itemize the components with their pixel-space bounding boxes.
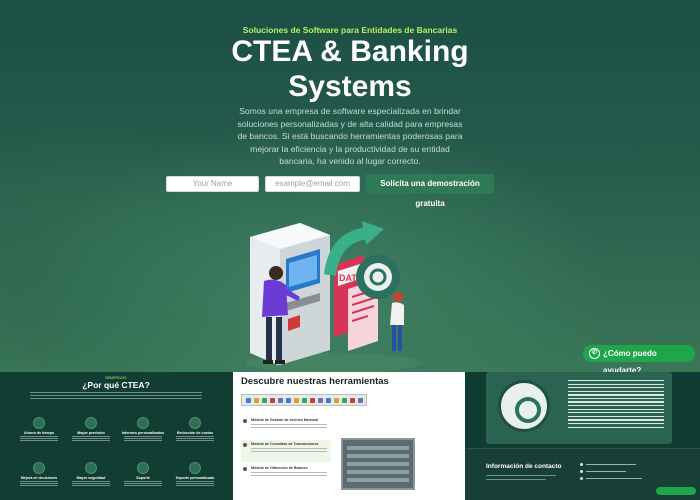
feature-title: Soporte xyxy=(136,476,150,480)
feature-card: Informes personalizados xyxy=(118,417,168,442)
feature-card: Soporte personalizado xyxy=(170,462,220,487)
report-icon xyxy=(137,417,149,429)
money-icon xyxy=(189,417,201,429)
hero-subtitle-line: bancaria, ha venido al lugar correcto. xyxy=(279,156,421,166)
woman-icon xyxy=(390,292,404,351)
why-ctea-preview[interactable]: BENEFICIOS ¿Por qué CTEA? Ahorro de tiem… xyxy=(0,372,232,500)
tools-list: Módulo de Gestión de Archivo Mensual Mód… xyxy=(241,416,331,488)
hero-subtitle-line: soluciones personalizadas y de alta cali… xyxy=(237,118,463,129)
whatsapp-icon: ✆ xyxy=(589,348,600,359)
hero-section: Soluciones de Software para Entidades de… xyxy=(0,0,700,372)
phone-icon xyxy=(580,470,583,473)
whatsapp-chat-button[interactable]: ✆ ¿Cómo puedo ayudarte? xyxy=(583,345,695,375)
mail-icon xyxy=(580,463,583,466)
tool-item-title: Módulo de Gestión de Archivo Mensual xyxy=(251,418,319,422)
clock-icon xyxy=(33,417,45,429)
about-contact-preview[interactable]: Información de contacto xyxy=(466,372,700,500)
name-input[interactable]: Your Name xyxy=(166,176,259,192)
hero-title: CTEA & Banking Systems xyxy=(0,34,700,104)
hero-title-line2: Systems xyxy=(288,70,412,103)
email-input[interactable]: example@email.com xyxy=(265,176,360,192)
location-icon xyxy=(580,477,583,480)
feature-title: Mayor precisión xyxy=(77,431,105,435)
about-text xyxy=(568,380,664,430)
tool-screenshot xyxy=(341,438,415,490)
whatsapp-mini-button xyxy=(656,487,696,495)
bullet-icon xyxy=(243,467,247,471)
tool-item[interactable]: Módulo de Gestión de Archivo Mensual xyxy=(241,416,331,438)
about-card xyxy=(486,372,672,444)
feature-card: Mayor precisión xyxy=(66,417,116,442)
hero-subtitle-line: Somos una empresa de software especializ… xyxy=(239,106,461,116)
feature-card: Mejora en decisiones xyxy=(14,462,64,487)
hero-subtitle: Somos una empresa de software especializ… xyxy=(0,105,700,168)
shield-icon xyxy=(85,462,97,474)
why-description xyxy=(30,392,202,402)
tool-item[interactable]: Módulo de Obtención de Balance xyxy=(241,464,331,486)
contact-title: Información de contacto xyxy=(486,463,562,470)
target-icon xyxy=(85,417,97,429)
why-title: ¿Por qué CTEA? xyxy=(82,380,150,390)
ctea-logo-icon xyxy=(498,380,550,432)
decision-icon xyxy=(33,462,45,474)
hero-subtitle-line: mejorar la eficiencia y la productividad… xyxy=(250,143,450,154)
bullet-icon xyxy=(243,443,247,447)
feature-title: Soporte personalizado xyxy=(175,476,215,480)
tool-item-title: Módulo de Obtención de Balance xyxy=(251,466,308,470)
feature-card: Reducción de costos xyxy=(170,417,220,442)
support-icon xyxy=(137,462,149,474)
feature-title: Reducción de costos xyxy=(176,431,214,435)
hero-title-line1: CTEA & Banking xyxy=(231,35,469,68)
feature-title: Ahorro de tiempo xyxy=(24,431,54,435)
tool-item[interactable]: Módulo de Consultas de Transacciones xyxy=(241,440,331,462)
feature-card: Ahorro de tiempo xyxy=(14,417,64,442)
tools-preview[interactable]: Descubre nuestras herramientas Módulo de… xyxy=(233,372,465,500)
feature-title: Mejora en decisiones xyxy=(20,476,58,480)
request-demo-button[interactable]: Solicita una demostración gratuita xyxy=(366,174,494,208)
bullet-icon xyxy=(243,419,247,423)
banking-illustration: DATA xyxy=(245,221,421,372)
tools-title: Descubre nuestras herramientas xyxy=(241,376,389,387)
user-icon xyxy=(189,462,201,474)
app-toolbar-screenshot xyxy=(241,394,367,406)
feature-card: Mayor seguridad xyxy=(66,462,116,487)
tool-item-title: Módulo de Consultas de Transacciones xyxy=(251,442,319,446)
hero-subtitle-line: de bancos. Si está buscando herramientas… xyxy=(237,131,463,141)
feature-title: Mayor seguridad xyxy=(76,476,106,480)
feature-title: Informes personalizados xyxy=(121,431,165,435)
feature-card: Soporte xyxy=(118,462,168,487)
